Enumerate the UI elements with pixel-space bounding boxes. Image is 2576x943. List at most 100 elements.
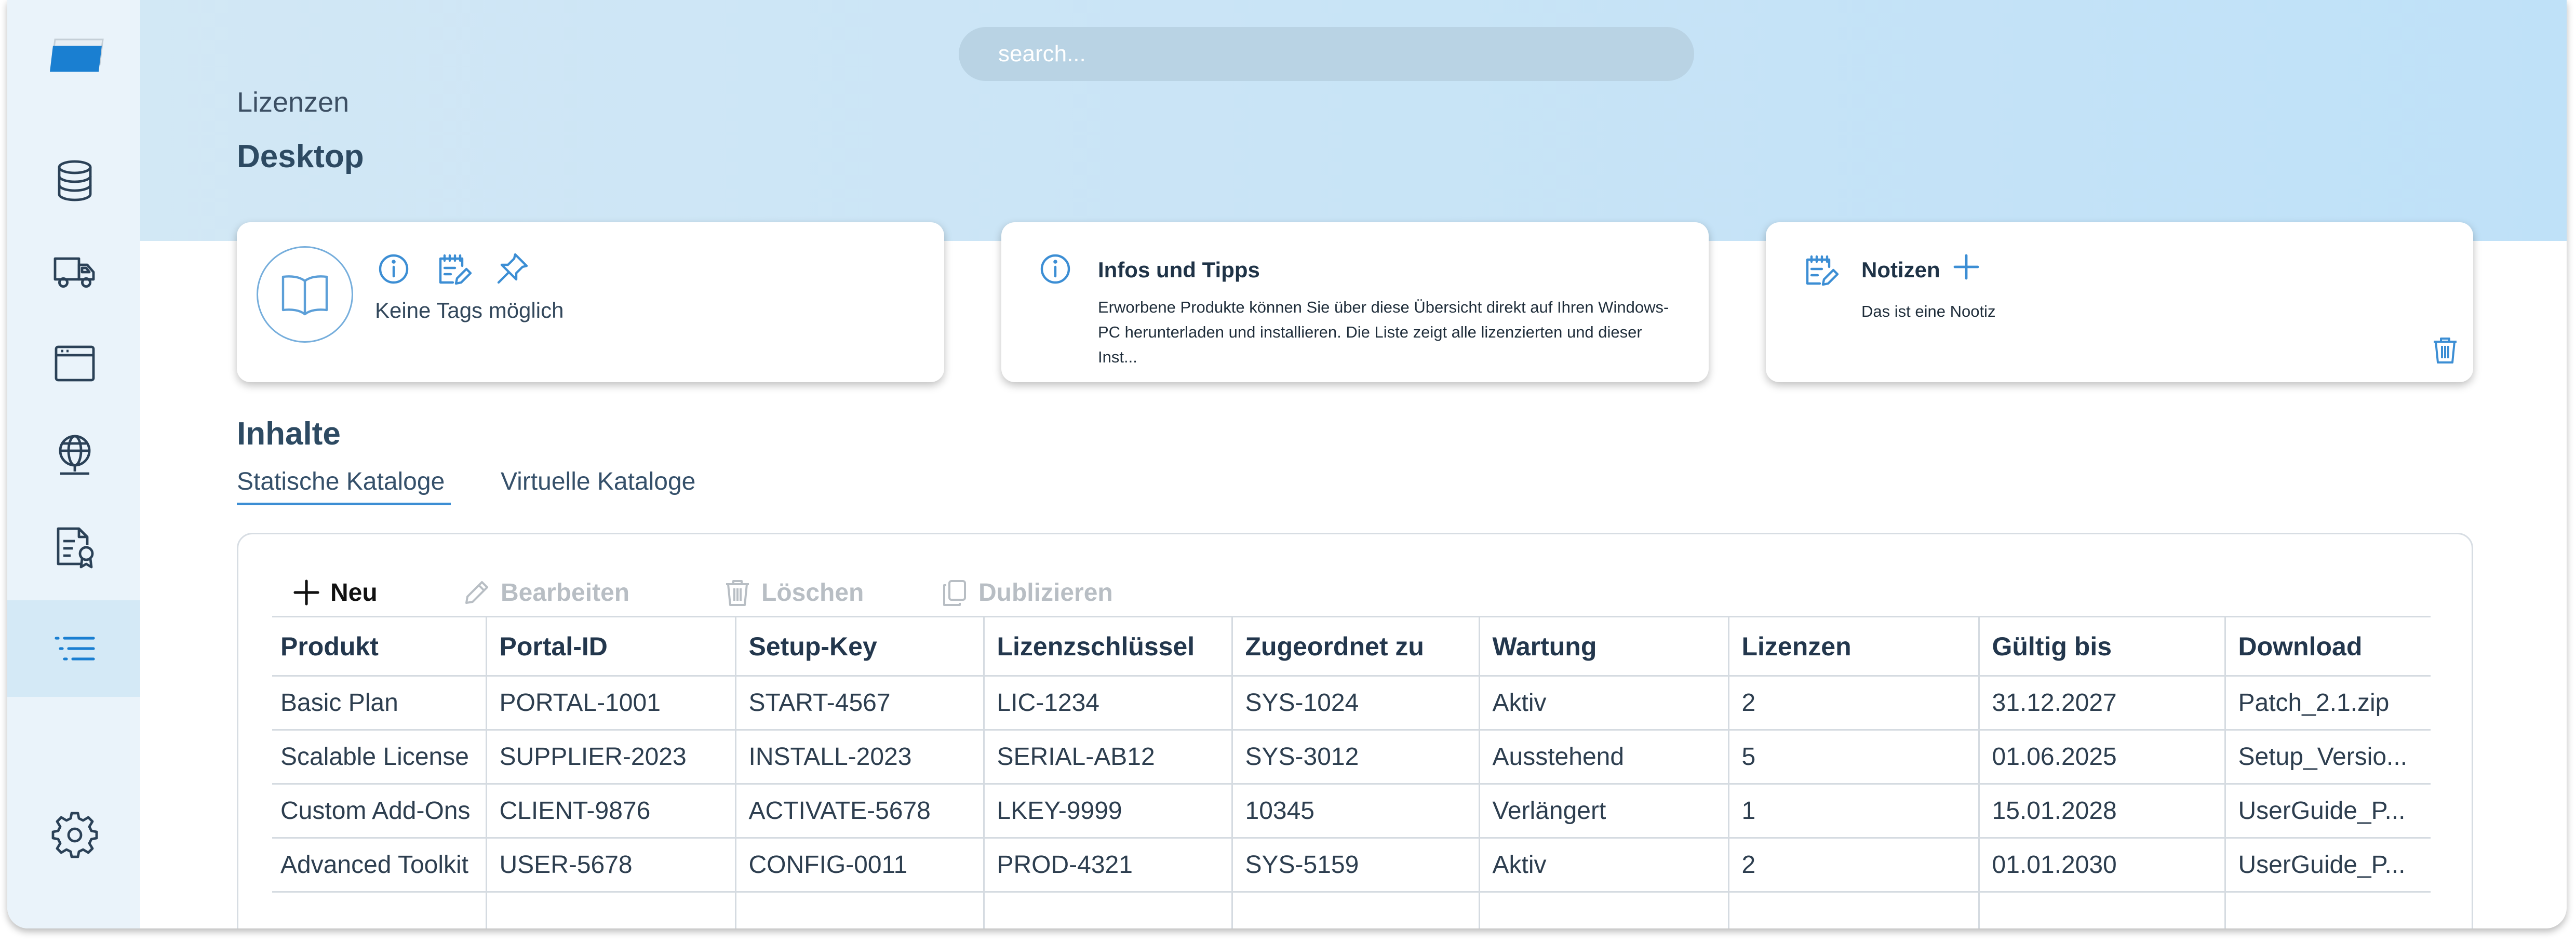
cell-product: Basic Plan xyxy=(272,675,486,730)
no-tags-text: Keine Tags möglich xyxy=(375,298,564,322)
copy-icon xyxy=(943,580,966,606)
cell-licenses: 1 xyxy=(1727,783,1979,838)
column-header[interactable]: Wartung xyxy=(1478,616,1728,676)
empty-cell xyxy=(2224,891,2431,928)
active-tab-indicator xyxy=(237,503,451,505)
sidebar-item-delivery[interactable] xyxy=(50,246,100,296)
sidebar-item-database[interactable] xyxy=(50,156,100,206)
empty-cell xyxy=(1727,891,1979,928)
cell-setup-key: CONFIG-0011 xyxy=(734,837,984,892)
plus-icon xyxy=(293,580,319,605)
cell-product: Custom Add-Ons xyxy=(272,783,486,838)
pin-button[interactable] xyxy=(493,250,531,288)
trash-icon xyxy=(2434,338,2457,363)
column-header[interactable]: Zugeordnet zu xyxy=(1231,616,1479,676)
cell-download[interactable]: Setup_Versio... xyxy=(2224,729,2431,784)
tab-static-catalogs[interactable]: Statische Kataloge xyxy=(237,467,445,496)
product-image xyxy=(257,246,353,343)
note-text: Das ist eine Nootiz xyxy=(1861,302,1996,320)
globe-icon xyxy=(59,435,91,475)
sidebar-item-licenses[interactable] xyxy=(50,522,100,572)
section-title: Inhalte xyxy=(237,416,341,452)
breadcrumb[interactable]: Lizenzen xyxy=(237,86,349,118)
cell-license-key: PROD-4321 xyxy=(983,837,1232,892)
column-header[interactable]: Lizenzschlüssel xyxy=(983,616,1232,676)
database-icon xyxy=(58,160,92,201)
duplicate-button[interactable]: Dublizieren xyxy=(940,575,1113,610)
book-open-icon xyxy=(281,275,328,316)
cell-valid-until: 01.06.2025 xyxy=(1978,729,2225,784)
edit-button[interactable]: Bearbeiten xyxy=(462,575,629,610)
license-table: Produkt Portal-ID Setup-Key Lizenzschlüs… xyxy=(272,616,2431,928)
cell-assigned-to: 10345 xyxy=(1231,783,1479,838)
browser-window-icon xyxy=(55,345,95,382)
column-header[interactable]: Download xyxy=(2224,616,2431,676)
new-button[interactable]: Neu xyxy=(292,575,378,610)
cell-download[interactable]: UserGuide_P... xyxy=(2224,783,2431,838)
cell-portal-id: SUPPLIER-2023 xyxy=(485,729,735,784)
info-card: Infos und Tipps Erworbene Produkte könne… xyxy=(1001,222,1709,382)
duplicate-button-label: Dublizieren xyxy=(978,578,1113,607)
sidebar xyxy=(7,0,140,928)
tab-virtual-catalogs[interactable]: Virtuelle Kataloge xyxy=(501,467,695,496)
list-icon xyxy=(55,637,95,661)
delete-button[interactable]: Löschen xyxy=(723,575,864,610)
cell-licenses: 2 xyxy=(1727,675,1979,730)
cell-portal-id: PORTAL-1001 xyxy=(485,675,735,730)
delete-button-label: Löschen xyxy=(761,578,864,607)
info-icon xyxy=(1040,254,1070,284)
search-input[interactable]: search... xyxy=(959,27,1694,81)
note-button[interactable] xyxy=(435,250,473,288)
info-card-text: Erworbene Produkte können Sie über diese… xyxy=(1098,298,1669,366)
notes-card-title: Notizen xyxy=(1861,258,1940,282)
table-row[interactable]: Scalable License SUPPLIER-2023 INSTALL-2… xyxy=(272,729,2431,784)
trash-icon xyxy=(726,580,749,606)
cell-product: Advanced Toolkit xyxy=(272,837,486,892)
cell-product: Scalable License xyxy=(272,729,486,784)
app-window: search... Lizenzen Desktop Keine Tags mö… xyxy=(7,0,2567,928)
table-row[interactable]: Advanced Toolkit USER-5678 CONFIG-0011 P… xyxy=(272,837,2431,892)
empty-cell xyxy=(485,891,735,928)
column-header[interactable]: Lizenzen xyxy=(1727,616,1979,676)
empty-cell xyxy=(1231,891,1479,928)
add-note-button[interactable] xyxy=(1950,250,1983,284)
gear-icon xyxy=(51,812,98,858)
sidebar-item-network[interactable] xyxy=(50,430,100,480)
note-edit-icon xyxy=(439,254,472,285)
cell-download[interactable]: Patch_2.1.zip xyxy=(2224,675,2431,730)
empty-cell xyxy=(983,891,1232,928)
list-icon-wrapper xyxy=(50,624,100,673)
cell-maintenance: Ausstehend xyxy=(1478,729,1728,784)
info-card-title: Infos und Tipps xyxy=(1098,258,1260,282)
pin-icon xyxy=(497,253,528,284)
table-header-row: Produkt Portal-ID Setup-Key Lizenzschlüs… xyxy=(272,616,2431,676)
cell-assigned-to: SYS-3012 xyxy=(1231,729,1479,784)
sidebar-item-settings[interactable] xyxy=(50,810,100,860)
cell-setup-key: ACTIVATE-5678 xyxy=(734,783,984,838)
sidebar-item-window[interactable] xyxy=(50,339,100,388)
column-header[interactable]: Setup-Key xyxy=(734,616,984,676)
table-row-empty xyxy=(272,891,2431,928)
cell-maintenance: Aktiv xyxy=(1478,837,1728,892)
info-button[interactable] xyxy=(375,250,412,288)
cell-portal-id: CLIENT-9876 xyxy=(485,783,735,838)
app-logo[interactable] xyxy=(48,34,106,76)
edit-button-label: Bearbeiten xyxy=(501,578,630,607)
page-title: Desktop xyxy=(237,139,364,174)
empty-cell xyxy=(1478,891,1728,928)
sidebar-item-contents[interactable] xyxy=(7,600,140,697)
column-header[interactable]: Produkt xyxy=(272,616,486,676)
new-button-label: Neu xyxy=(330,578,378,607)
cell-download[interactable]: UserGuide_P... xyxy=(2224,837,2431,892)
column-header[interactable]: Gültig bis xyxy=(1978,616,2225,676)
cell-license-key: LIC-1234 xyxy=(983,675,1232,730)
column-header[interactable]: Portal-ID xyxy=(485,616,735,676)
empty-cell xyxy=(1978,891,2225,928)
delete-note-button[interactable] xyxy=(2430,334,2461,366)
table-row[interactable]: Custom Add-Ons CLIENT-9876 ACTIVATE-5678… xyxy=(272,783,2431,838)
cell-portal-id: USER-5678 xyxy=(485,837,735,892)
cell-maintenance: Verlängert xyxy=(1478,783,1728,838)
cell-licenses: 2 xyxy=(1727,837,1979,892)
cell-setup-key: INSTALL-2023 xyxy=(734,729,984,784)
table-row[interactable]: Basic Plan PORTAL-1001 START-4567 LIC-12… xyxy=(272,675,2431,730)
